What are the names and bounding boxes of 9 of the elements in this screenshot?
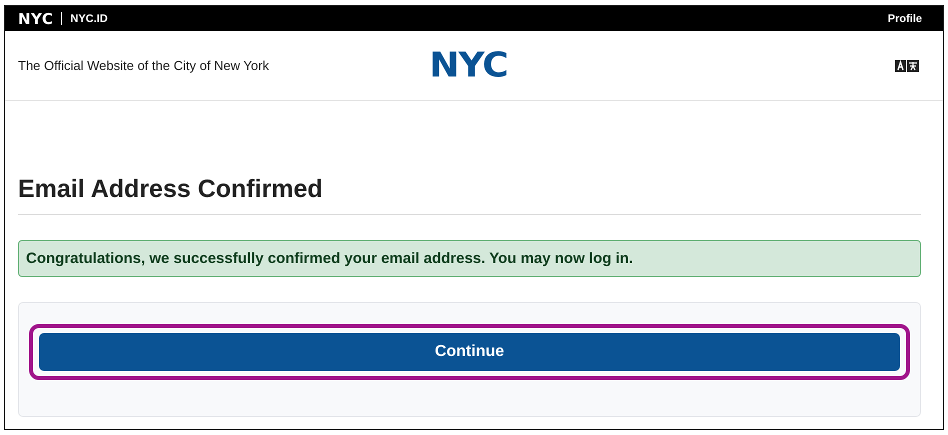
site-link[interactable]: NYC.ID	[70, 12, 108, 24]
translate-icon[interactable]	[895, 60, 919, 72]
success-alert: Congratulations, we successfully confirmed your email address. You may now log in.	[18, 240, 921, 277]
site-tagline: The Official Website of the City of New York	[18, 58, 270, 73]
nyc-logo[interactable]: NYC	[429, 46, 508, 85]
nyc-logo[interactable]: NYC	[18, 10, 54, 28]
profile-link[interactable]: Profile	[888, 12, 922, 24]
page-title: Email Address Confirmed	[18, 175, 921, 215]
continue-button[interactable]: Continue	[39, 333, 900, 371]
